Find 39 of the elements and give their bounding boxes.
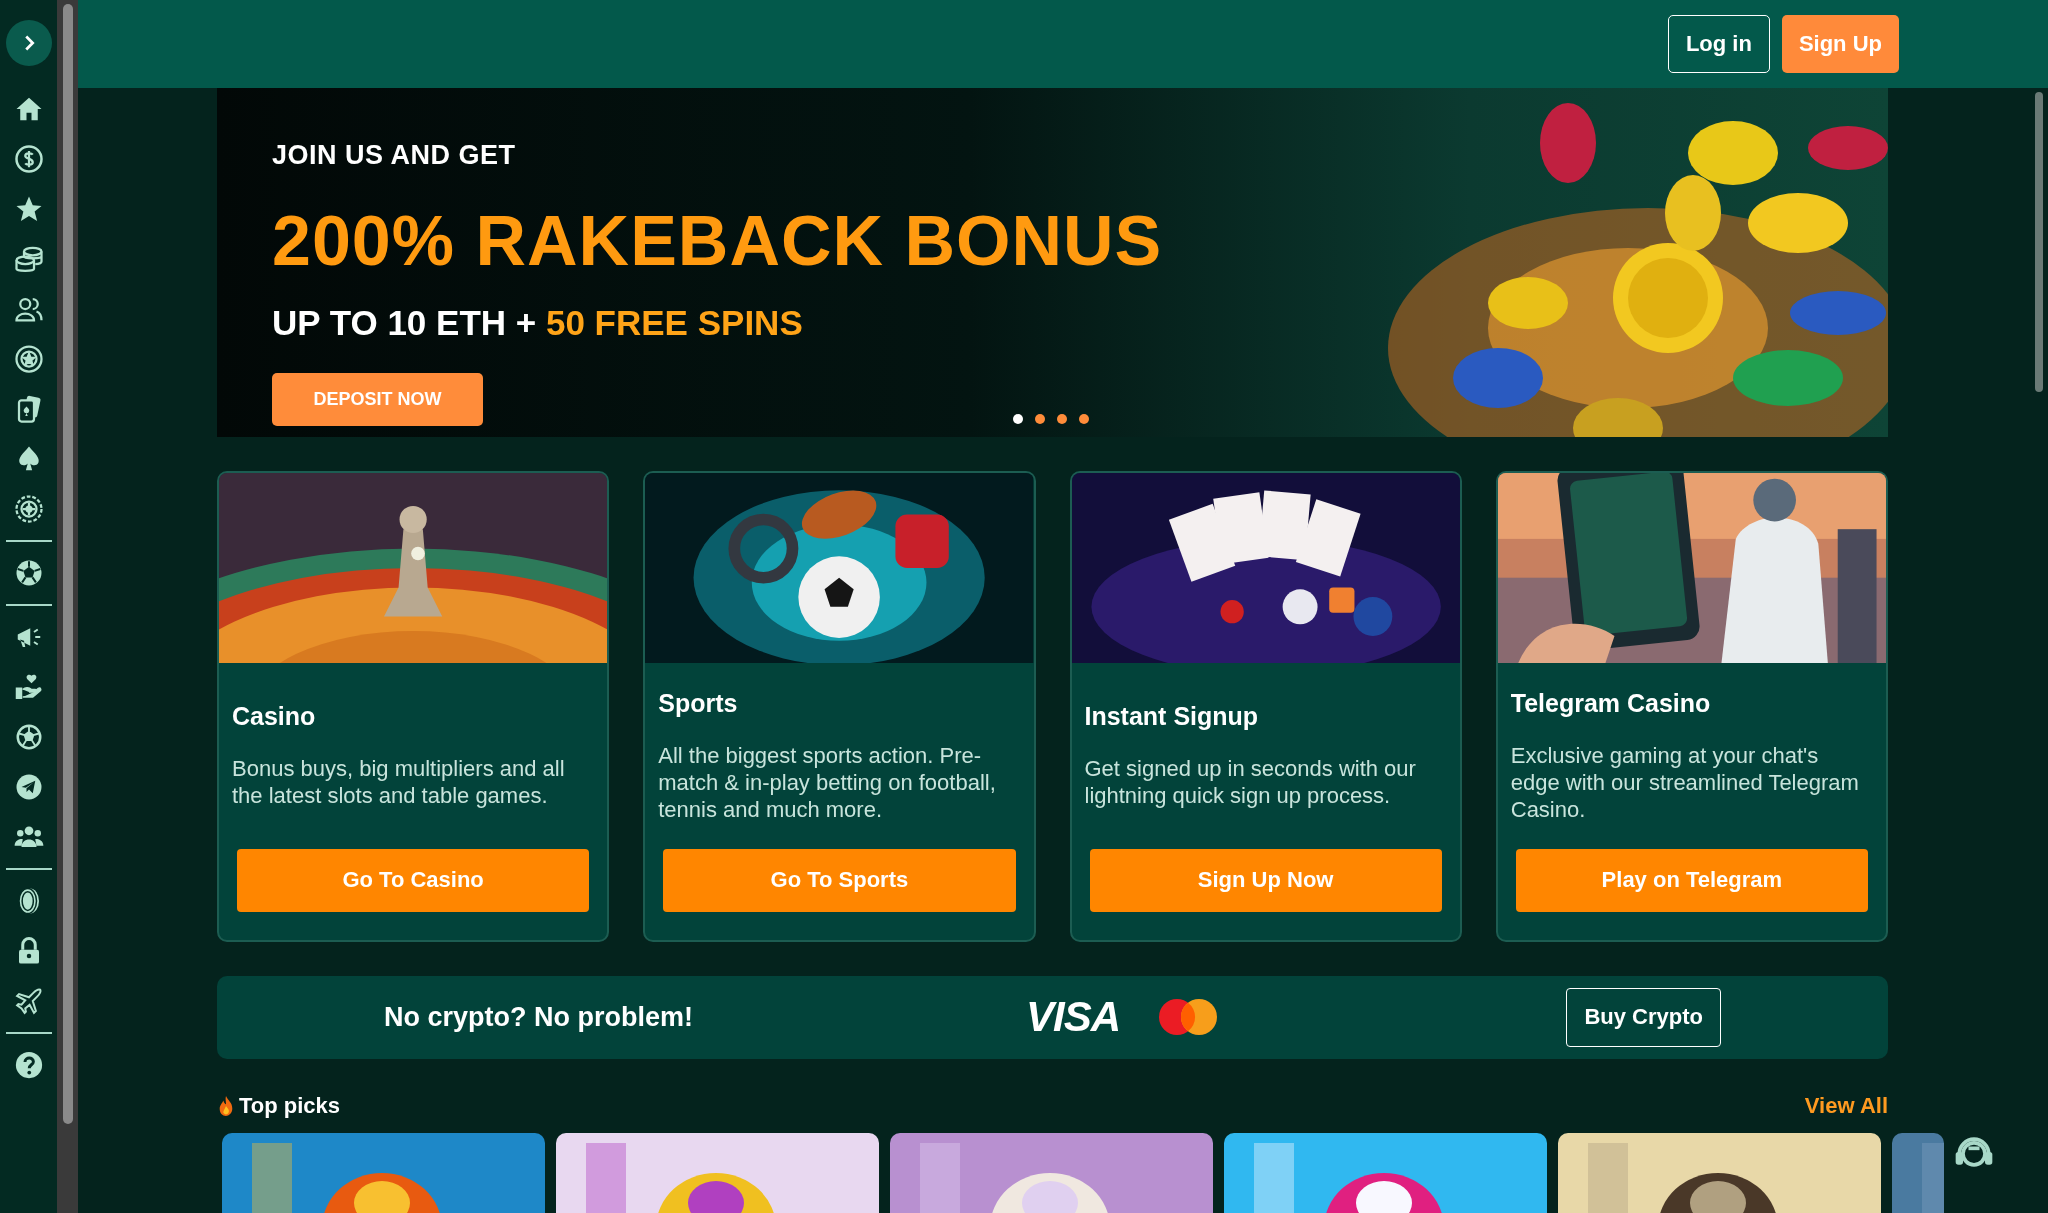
wheel-icon[interactable] — [13, 344, 44, 374]
section-title: Top picks — [239, 1093, 341, 1119]
banner-headline: 200% RAKEBACK BONUS — [272, 201, 1164, 281]
card-button[interactable]: Play on Telegram — [1515, 848, 1868, 912]
card-title: Instant Signup — [1084, 702, 1260, 732]
card-button[interactable]: Go To Casino — [237, 848, 590, 912]
crypto-text: No crypto? No problem! — [384, 1001, 694, 1033]
card-description: Exclusive gaming at your chat's edge with our streamlined Telegram Casino. — [1510, 742, 1860, 823]
buy-crypto-button[interactable]: Buy Crypto — [1566, 987, 1721, 1047]
hand-heart-icon[interactable] — [13, 672, 44, 702]
dollar-icon[interactable] — [13, 144, 44, 174]
coins-icon[interactable] — [13, 244, 44, 274]
flame-icon — [217, 1095, 235, 1117]
card-description: Get signed up in seconds with our lightning quick sign up process. — [1084, 755, 1417, 810]
card-button[interactable]: Sign Up Now — [1089, 848, 1442, 912]
card-title: Casino — [232, 702, 317, 732]
visa-logo: VISA — [1026, 993, 1121, 1042]
help-icon[interactable] — [13, 1050, 44, 1080]
banner-eyebrow: JOIN US AND GET — [272, 140, 517, 171]
carousel-dot[interactable] — [1079, 414, 1089, 424]
deposit-button[interactable]: DEPOSIT NOW — [272, 373, 483, 426]
airplane-icon[interactable] — [13, 986, 44, 1016]
roulette-icon[interactable] — [13, 494, 44, 524]
banner-subtitle: UP TO 10 ETH + 50 FREE SPINS — [272, 303, 804, 343]
carousel-dot[interactable] — [1035, 414, 1045, 424]
signup-button[interactable]: Sign Up — [1781, 15, 1899, 73]
view-all-link[interactable]: View All — [1804, 1093, 1888, 1119]
card-title: Telegram Casino — [1510, 689, 1712, 718]
login-button[interactable]: Log in — [1667, 15, 1770, 73]
carousel-dot[interactable] — [1013, 414, 1023, 424]
mastercard-icon — [1158, 998, 1219, 1037]
card-button[interactable]: Go To Sports — [663, 848, 1016, 912]
scrollbar-thumb[interactable] — [62, 4, 73, 1124]
card-description: All the biggest sports action. Pre-match & in-play betting on football, tennis and much more. — [658, 742, 997, 823]
card-title: Sports — [658, 689, 739, 718]
carousel-dot[interactable] — [1057, 414, 1067, 424]
scrollbar-thumb[interactable] — [2035, 92, 2043, 392]
card-description: Bonus buys, big multipliers and all the latest slots and table games. — [232, 755, 566, 810]
expand-button[interactable] — [5, 20, 52, 66]
